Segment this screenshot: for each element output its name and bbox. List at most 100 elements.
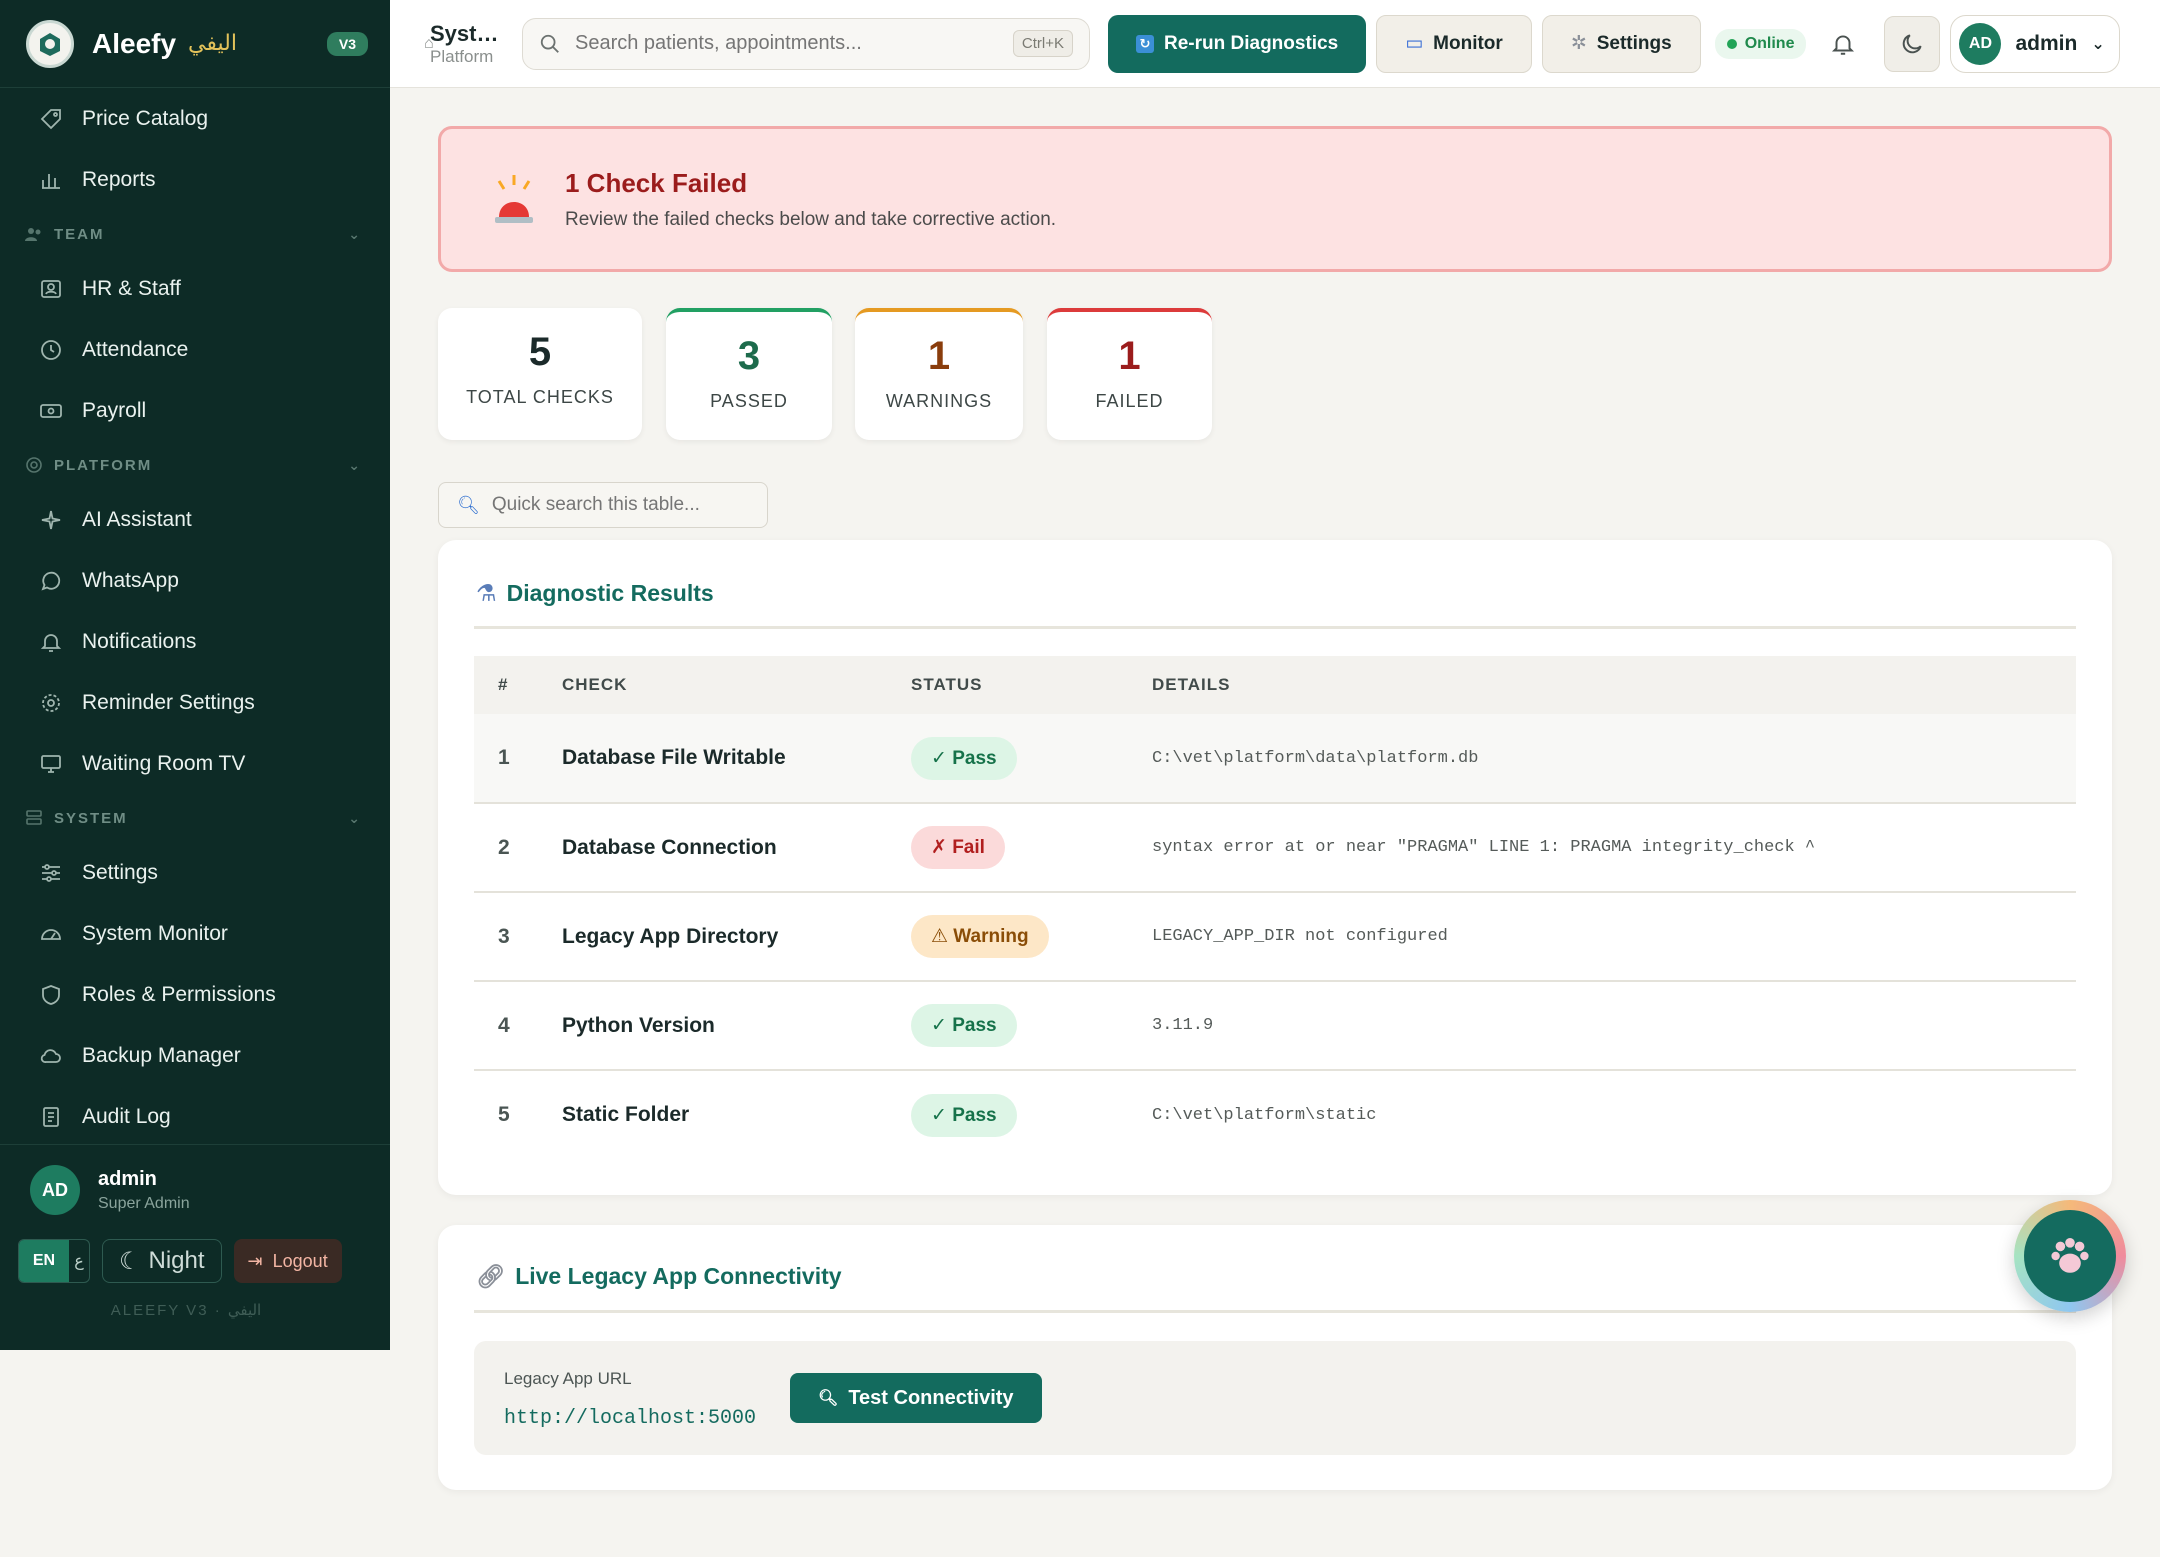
row-number: 1 — [498, 746, 510, 769]
section-team[interactable]: TEAM ⌄ — [0, 210, 390, 258]
failed-alert: 1 Check Failed Review the failed checks … — [438, 126, 2112, 272]
status-badge: ✓ Pass — [911, 1093, 1017, 1137]
bell-icon — [38, 629, 64, 655]
sidebar-item-label: Settings — [82, 860, 158, 884]
sidebar-user[interactable]: AD admin Super Admin — [30, 1165, 372, 1215]
clock-icon — [38, 337, 64, 363]
brand-header: Aleefy اليفي V3 — [0, 0, 390, 88]
search-input[interactable] — [575, 32, 1013, 55]
alert-title: 1 Check Failed — [565, 167, 748, 198]
sidebar-item-attendance[interactable]: Attendance — [0, 319, 390, 380]
monitor-icon — [38, 751, 64, 777]
footer-note: ALEEFY V3 · اليفي — [110, 1302, 262, 1319]
avatar: AD — [30, 1165, 80, 1215]
brand-logo[interactable] — [26, 19, 74, 68]
sidebar-item-label: Reminder Settings — [82, 690, 255, 714]
monitor-button[interactable]: ▭ Monitor — [1376, 14, 1532, 73]
sparkle-icon — [38, 507, 64, 533]
monitor-label: Monitor — [1433, 32, 1503, 54]
sidebar-item-whatsapp[interactable]: WhatsApp — [0, 550, 390, 611]
link-icon: 🔗︎ — [476, 1263, 506, 1289]
sidebar-item-reminder-settings[interactable]: Reminder Settings — [0, 672, 390, 733]
card-title: ⚗ Diagnostic Results — [476, 580, 714, 607]
section-system[interactable]: SYSTEM ⌄ — [0, 794, 390, 842]
night-label: Night — [148, 1247, 205, 1274]
check-details: C:\vet\platform\static — [1152, 1105, 1377, 1125]
rerun-diagnostics-button[interactable]: ↻ Re-run Diagnostics — [1108, 14, 1367, 73]
lang-ar-option[interactable]: ع — [69, 1240, 89, 1282]
check-details: LEGACY_APP_DIR not configured — [1152, 927, 1448, 946]
sidebar-item-label: Attendance — [82, 337, 189, 361]
shortcut-hint: Ctrl+K — [1012, 30, 1073, 57]
user-name: admin — [2015, 31, 2078, 55]
top-bar: ⌂ System Diagnostics Platform Ctrl+K ↻ R… — [390, 0, 2160, 88]
column-header[interactable]: CHECK — [562, 656, 911, 714]
page-title: System Diagnostics — [430, 20, 504, 46]
global-search[interactable]: Ctrl+K — [522, 17, 1090, 70]
column-header[interactable]: DETAILS — [1152, 656, 2076, 714]
microscope-icon: ⚗ — [476, 580, 497, 606]
section-title: SYSTEM — [54, 809, 128, 827]
settings-button[interactable]: ✲ Settings — [1541, 14, 1701, 73]
home-icon[interactable]: ⌂ — [424, 35, 434, 53]
users-icon — [24, 224, 44, 244]
sidebar-item-settings[interactable]: Settings — [0, 842, 390, 903]
banknote-icon — [38, 398, 64, 424]
row-number: 3 — [498, 924, 510, 948]
stat-label: WARNINGS — [885, 391, 993, 411]
language-toggle[interactable]: EN ع — [18, 1239, 90, 1283]
legacy-app-url: http://localhost:5000 — [504, 1407, 757, 1430]
sidebar-item-ai-assistant[interactable]: AI Assistant — [0, 489, 390, 550]
table-row[interactable]: 3 Legacy App Directory ⚠ Warning LEGACY_… — [474, 892, 2076, 981]
sidebar-item-backup-manager[interactable]: Backup Manager — [0, 1025, 390, 1086]
diagnostic-results-card: ⚗ Diagnostic Results # CHECK STATUS DETA… — [438, 540, 2112, 1195]
sidebar: Aleefy اليفي V3 Price Catalog Reports TE… — [0, 0, 390, 1350]
sidebar-item-audit-log[interactable]: Audit Log — [0, 1086, 390, 1147]
moon-icon: ☾ — [119, 1247, 141, 1275]
section-title: PLATFORM — [54, 456, 153, 474]
sidebar-item-system-monitor[interactable]: System Monitor — [0, 903, 390, 964]
bell-icon[interactable] — [1828, 29, 1858, 59]
sidebar-item-hr-staff[interactable]: HR & Staff — [0, 258, 390, 319]
table-row[interactable]: 2 Database Connection ✗ Fail syntax erro… — [474, 803, 2076, 892]
sidebar-item-payroll[interactable]: Payroll — [0, 380, 390, 441]
sidebar-item-label: Roles & Permissions — [82, 982, 276, 1006]
sidebar-item-notifications[interactable]: Notifications — [0, 611, 390, 672]
table-search-input[interactable] — [491, 494, 749, 516]
sidebar-item-price-catalog[interactable]: Price Catalog — [0, 88, 390, 149]
bar-chart-icon — [38, 167, 64, 193]
table-search[interactable]: 🔍︎ — [438, 482, 768, 528]
lang-en-option[interactable]: EN — [19, 1240, 69, 1282]
row-number: 5 — [498, 1103, 510, 1126]
stat-label: PASSED — [710, 391, 788, 411]
search-icon: 🔍︎ — [818, 1390, 839, 1407]
row-number: 4 — [498, 1013, 510, 1037]
sidebar-item-reports[interactable]: Reports — [0, 149, 390, 210]
sidebar-item-label: AI Assistant — [82, 507, 192, 531]
row-number: 2 — [498, 835, 510, 859]
sidebar-item-label: System Monitor — [82, 921, 228, 945]
table-row[interactable]: 1 Database File Writable ✓ Pass C:\vet\p… — [474, 714, 2076, 803]
table-header-row: # CHECK STATUS DETAILS — [474, 656, 2076, 714]
card-title-text: Live Legacy App Connectivity — [515, 1263, 842, 1289]
logout-button[interactable]: ⇥ Logout — [233, 1239, 342, 1283]
sidebar-item-label: Payroll — [82, 398, 147, 422]
logout-label: Logout — [272, 1250, 328, 1271]
status-dot — [1726, 38, 1737, 49]
sidebar-item-label: Notifications — [82, 629, 197, 653]
section-platform[interactable]: PLATFORM ⌄ — [0, 441, 390, 489]
sidebar-item-roles-permissions[interactable]: Roles & Permissions — [0, 964, 390, 1025]
user-menu-button[interactable]: AD admin ⌄ — [1950, 14, 2120, 73]
theme-toggle-button[interactable] — [1884, 15, 1941, 72]
search-icon — [540, 34, 559, 53]
logout-icon: ⇥ — [247, 1250, 263, 1271]
night-mode-button[interactable]: ☾ Night — [102, 1239, 222, 1283]
column-header[interactable]: STATUS — [911, 656, 1152, 714]
table-row[interactable]: 4 Python Version ✓ Pass 3.11.9 — [474, 981, 2076, 1070]
assistant-fab-button[interactable] — [2014, 1200, 2126, 1312]
table-row[interactable]: 5 Static Folder ✓ Pass C:\vet\platform\s… — [474, 1070, 2076, 1159]
test-connectivity-button[interactable]: 🔍︎ Test Connectivity — [790, 1373, 1042, 1423]
check-name: Database File Writable — [562, 746, 786, 769]
sidebar-item-waiting-room-tv[interactable]: Waiting Room TV — [0, 733, 390, 794]
footer-controls: EN ع ☾ Night ⇥ Logout — [18, 1239, 372, 1283]
